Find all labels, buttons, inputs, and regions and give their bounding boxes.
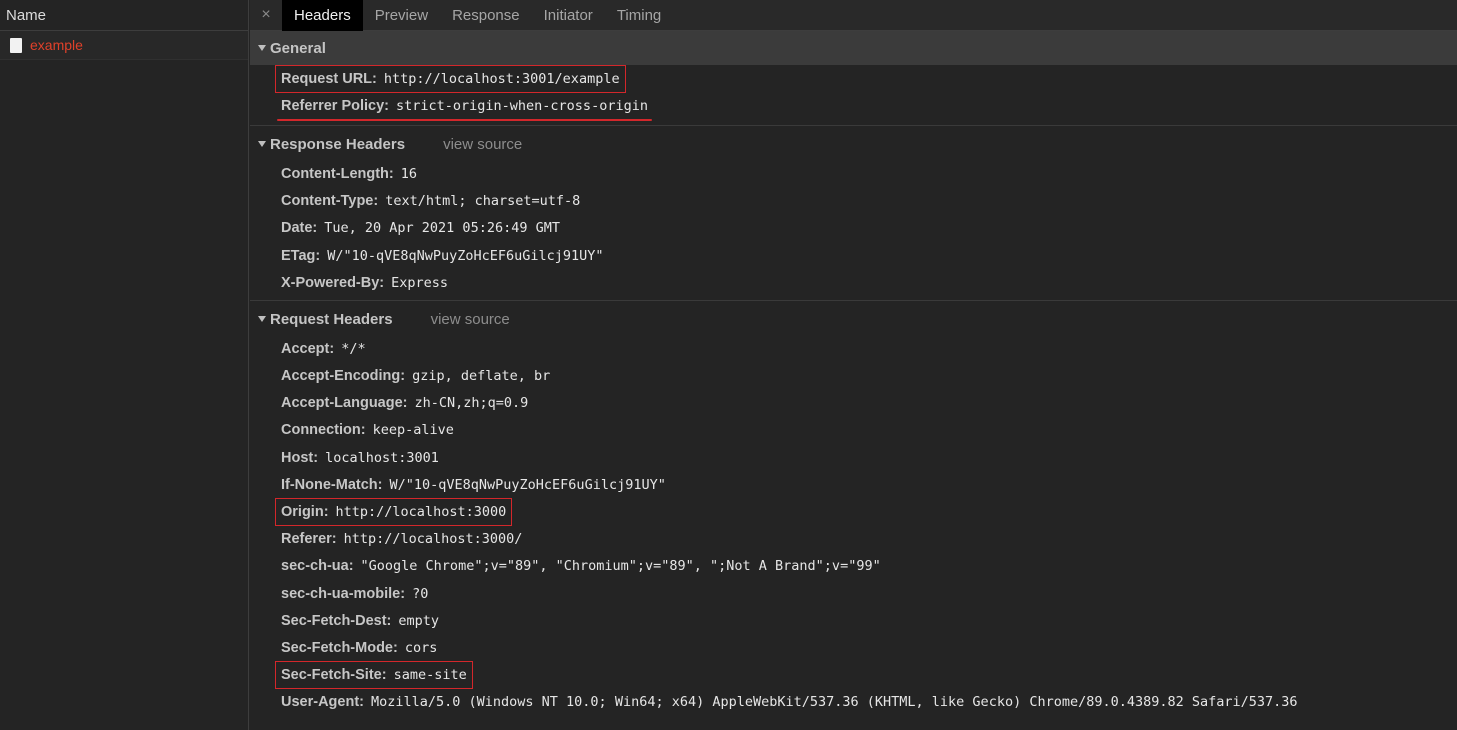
header-value: W/"10-qVE8qNwPuyZoHcEF6uGilcj91UY" <box>327 247 604 264</box>
header-value: same-site <box>393 667 467 684</box>
header-row: If-None-Match: W/"10-qVE8qNwPuyZoHcEF6uGi… <box>281 471 1457 498</box>
response-headers-title: Response Headers <box>270 135 406 153</box>
header-value: Mozilla/5.0 (Windows NT 10.0; Win64; x64… <box>370 694 1298 711</box>
header-key: Content-Type: <box>281 193 379 210</box>
header-row: Accept-Encoding: gzip, deflate, br <box>281 363 1457 390</box>
tab-timing[interactable]: Timing <box>605 0 673 31</box>
expand-triangle-icon <box>258 316 266 323</box>
response-headers-rows: Content-Length: 16 Content-Type: text/html… <box>250 160 1457 300</box>
header-value: empty <box>398 612 440 629</box>
header-value: ?0 <box>412 585 429 602</box>
general-section-toggle[interactable]: General <box>250 31 1457 65</box>
highlight-box: Request URL: http://localhost:3001/examp… <box>275 64 626 93</box>
header-row: ETag: W/"10-qVE8qNwPuyZoHcEF6uGilcj91UY" <box>281 242 1457 269</box>
header-key: sec-ch-ua-mobile: <box>281 585 406 602</box>
response-view-source-link[interactable]: view source <box>443 136 522 153</box>
request-list-panel: Name example <box>0 0 249 730</box>
header-value: localhost:3001 <box>325 449 439 466</box>
header-value: gzip, deflate, br <box>412 368 551 385</box>
request-view-source-link[interactable]: view source <box>431 311 510 328</box>
section-divider <box>250 125 1457 127</box>
header-key: Referer: <box>281 531 337 548</box>
header-value: zh-CN,zh;q=0.9 <box>414 395 529 412</box>
header-value: "Google Chrome";v="89", "Chromium";v="89… <box>360 558 881 575</box>
header-key: ETag: <box>281 247 321 264</box>
header-value: 16 <box>400 165 418 182</box>
detail-tabbar: × Headers Preview Response Initiator Tim… <box>250 0 1457 31</box>
header-row: Sec-Fetch-Dest: empty <box>281 607 1457 634</box>
header-row: Accept: */* <box>281 335 1457 362</box>
general-rows: Request URL: http://localhost:3001/examp… <box>250 64 1457 125</box>
header-value: keep-alive <box>372 422 454 439</box>
header-key: If-None-Match: <box>281 476 383 493</box>
request-detail-panel: × Headers Preview Response Initiator Tim… <box>250 0 1457 730</box>
header-row-origin: Origin: http://localhost:3000 <box>274 498 1457 527</box>
header-value: cors <box>404 639 438 656</box>
header-row: Content-Length: 16 <box>281 160 1457 187</box>
section-divider <box>250 300 1457 302</box>
header-value: http://localhost:3000 <box>335 504 507 521</box>
highlight-box: Sec-Fetch-Site: same-site <box>275 661 473 690</box>
general-section-title: General <box>270 39 326 57</box>
header-row: Date: Tue, 20 Apr 2021 05:26:49 GMT <box>281 215 1457 242</box>
header-key: Sec-Fetch-Site: <box>281 667 387 684</box>
expand-triangle-icon <box>258 141 266 148</box>
tab-preview[interactable]: Preview <box>363 0 440 31</box>
header-row: sec-ch-ua: "Google Chrome";v="89", "Chrom… <box>281 553 1457 580</box>
request-row-example[interactable]: example <box>0 31 248 60</box>
header-value: strict-origin-when-cross-origin <box>396 97 648 114</box>
header-row: X-Powered-By: Express <box>281 269 1457 296</box>
header-key: User-Agent: <box>281 694 364 711</box>
header-row-sec-fetch-site: Sec-Fetch-Site: same-site <box>275 661 1457 690</box>
header-value: http://localhost:3001/example <box>383 70 620 87</box>
request-headers-rows: Accept: */* Accept-Encoding: gzip, deflate… <box>250 335 1457 716</box>
general-row-referrer-policy: Referrer Policy: strict-origin-when-cros… <box>277 92 1457 121</box>
header-key: Host: <box>281 449 319 466</box>
header-row: Accept-Language: zh-CN,zh;q=0.9 <box>281 390 1457 417</box>
request-headers-section-toggle[interactable]: Request Headers view source <box>250 303 1457 335</box>
header-key: Accept: <box>281 340 335 357</box>
close-icon[interactable]: × <box>250 6 282 24</box>
general-row-request-url: Request URL: http://localhost:3001/examp… <box>275 64 1457 93</box>
header-row: User-Agent: Mozilla/5.0 (Windows NT 10.0;… <box>281 689 1457 716</box>
name-column-header[interactable]: Name <box>0 0 248 31</box>
devtools-network-panel: Name example × Headers Preview Response … <box>0 0 1457 730</box>
header-row: Referer: http://localhost:3000/ <box>281 526 1457 553</box>
header-row: sec-ch-ua-mobile: ?0 <box>281 580 1457 607</box>
request-headers-title: Request Headers <box>270 310 393 328</box>
header-key: Request URL: <box>281 70 377 87</box>
highlight-underline: Referrer Policy: strict-origin-when-cros… <box>277 97 652 121</box>
header-key: Date: <box>281 220 318 237</box>
header-value: text/html; charset=utf-8 <box>385 193 581 210</box>
header-key: Connection: <box>281 422 366 439</box>
header-key: Origin: <box>281 504 329 521</box>
header-key: Sec-Fetch-Mode: <box>281 639 398 656</box>
header-value: Express <box>391 274 449 291</box>
tab-headers[interactable]: Headers <box>282 0 363 31</box>
tab-response[interactable]: Response <box>440 0 532 31</box>
document-icon <box>10 37 22 53</box>
highlight-box: Origin: http://localhost:3000 <box>274 498 513 527</box>
tab-initiator[interactable]: Initiator <box>532 0 605 31</box>
request-name: example <box>30 37 83 53</box>
header-value: */* <box>341 340 366 357</box>
header-key: Accept-Language: <box>281 395 408 412</box>
header-key: Accept-Encoding: <box>281 368 406 385</box>
header-value: http://localhost:3000/ <box>343 531 523 548</box>
header-key: Referrer Policy: <box>281 97 389 114</box>
header-row: Host: localhost:3001 <box>281 444 1457 471</box>
header-key: Sec-Fetch-Dest: <box>281 612 392 629</box>
header-key: Content-Length: <box>281 165 394 182</box>
header-row: Sec-Fetch-Mode: cors <box>281 634 1457 661</box>
response-headers-section-toggle[interactable]: Response Headers view source <box>250 128 1457 160</box>
header-key: sec-ch-ua: <box>281 558 354 575</box>
header-value: Tue, 20 Apr 2021 05:26:49 GMT <box>324 220 560 237</box>
expand-triangle-icon <box>258 45 266 51</box>
header-key: X-Powered-By: <box>281 274 385 291</box>
header-row: Connection: keep-alive <box>281 417 1457 444</box>
header-value: W/"10-qVE8qNwPuyZoHcEF6uGilcj91UY" <box>389 476 666 493</box>
header-row: Content-Type: text/html; charset=utf-8 <box>281 188 1457 215</box>
